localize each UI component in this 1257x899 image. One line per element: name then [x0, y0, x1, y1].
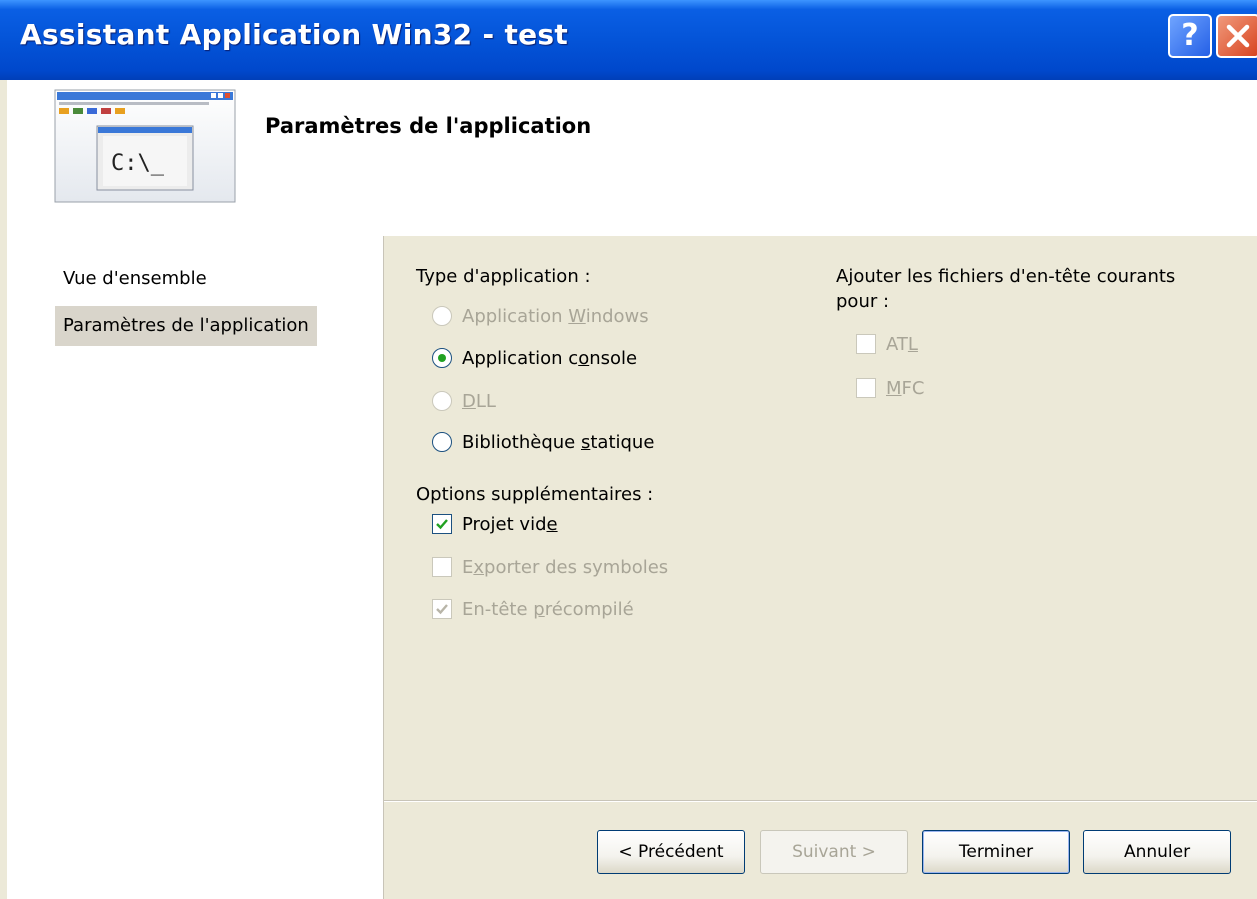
checkmark-icon [436, 604, 448, 615]
finish-button[interactable]: Terminer [922, 830, 1070, 874]
wizard-window: Assistant Application Win32 - test ? C:\… [0, 0, 1257, 899]
nav-panel: Vue d'ensemble Paramètres de l'applicati… [7, 236, 384, 899]
checkbox[interactable] [432, 557, 452, 577]
checkbox[interactable] [856, 334, 876, 354]
help-button[interactable]: ? [1168, 14, 1212, 58]
settings-panel: Type d'application : Application Windows… [384, 236, 1257, 801]
radio-button[interactable] [432, 432, 452, 452]
nav-item-app-settings[interactable]: Paramètres de l'application [55, 306, 317, 346]
checkbox-label: Exporter des symboles [462, 557, 669, 578]
wizard-header: C:\_ Paramètres de l'application [7, 80, 1257, 237]
checkbox[interactable] [856, 378, 876, 398]
radio-label: Bibliothèque statique [462, 432, 655, 453]
checkmark-icon [436, 519, 448, 530]
checkbox-label: Projet vide [462, 514, 558, 535]
console-app-icon: C:\_ [54, 89, 236, 203]
app-type-label: Type d'application : [416, 266, 591, 287]
close-button[interactable] [1216, 14, 1257, 58]
page-title: Paramètres de l'application [265, 114, 592, 138]
checkbox-label: ATL [886, 334, 918, 355]
title-bar[interactable]: Assistant Application Win32 - test ? [0, 0, 1257, 80]
radio-button[interactable] [432, 306, 452, 326]
radio-button-selected[interactable] [432, 348, 452, 368]
next-button[interactable]: Suivant > [760, 830, 908, 874]
previous-button[interactable]: < Précédent [597, 830, 745, 874]
checkbox[interactable] [432, 599, 452, 619]
radio-label: DLL [462, 391, 496, 412]
console-prompt-text: C:\_ [111, 151, 165, 176]
checkbox-label: En-tête précompilé [462, 599, 634, 620]
checkbox-label: MFC [886, 378, 925, 399]
headers-group-label-line1: Ajouter les fichiers d'en-tête courants [836, 266, 1176, 287]
help-icon: ? [1181, 18, 1199, 53]
nav-item-overview[interactable]: Vue d'ensemble [55, 259, 215, 299]
checkbox[interactable] [432, 514, 452, 534]
close-icon [1226, 24, 1250, 48]
window-title: Assistant Application Win32 - test [20, 18, 569, 51]
radio-button[interactable] [432, 391, 452, 411]
extra-options-label: Options supplémentaires : [416, 484, 654, 505]
headers-group-label-line2: pour : [836, 291, 890, 312]
cancel-button[interactable]: Annuler [1083, 830, 1231, 874]
radio-label: Application Windows [462, 306, 649, 327]
radio-label: Application console [462, 348, 638, 369]
